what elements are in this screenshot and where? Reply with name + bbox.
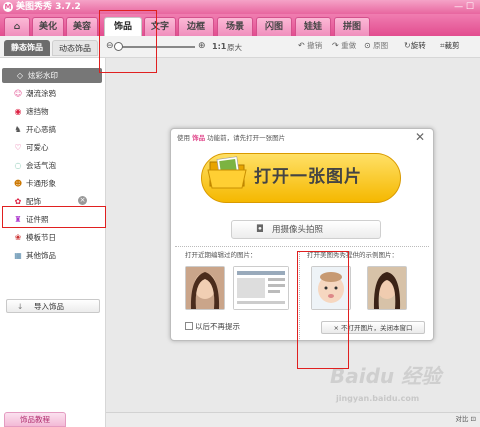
category-panel: ◇ 炫彩水印 ☺ 潮流涂鸦 ◉ 遮挡物 ♞ 开心恶搞 ♡ 可爱心 ◌ 会话气泡 … — [0, 58, 106, 427]
title-bar: M 美图秀秀 3.7.2 — ☐ — [0, 0, 480, 14]
side-tabs: 静态饰品 动态饰品 — [0, 38, 106, 58]
compare-controls[interactable]: 对比 ⊡ — [455, 414, 476, 425]
funny-icon: ♞ — [14, 125, 22, 134]
tab-flash[interactable]: 闪图 — [256, 17, 292, 36]
recent-thumbnail-2[interactable] — [233, 266, 289, 310]
heart-icon: ♡ — [14, 143, 22, 152]
close-without-opening-button[interactable]: × 不打开图片，关闭本窗口 — [321, 321, 425, 334]
tab-frame[interactable]: 边框 — [178, 17, 214, 36]
dialog-header: 使用 饰品 功能前，请先打开一张图片 — [177, 134, 286, 142]
portrait-photo — [186, 267, 224, 309]
sample-thumbnail-baby[interactable] — [311, 266, 351, 310]
woman-photo — [368, 267, 406, 309]
screenshot-photo — [234, 267, 288, 309]
section-divider — [299, 251, 300, 339]
folder-icon — [207, 156, 247, 189]
tab-scene[interactable]: 场景 — [217, 17, 253, 36]
recent-thumbnail-1[interactable] — [185, 266, 225, 310]
category-id-photo[interactable]: ♜ 证件照 — [0, 212, 104, 227]
category-watermark[interactable]: ◇ 炫彩水印 — [2, 68, 102, 83]
zoom-out-icon[interactable]: ⊖ — [106, 41, 114, 51]
other-icon: ▦ — [14, 251, 22, 260]
category-cartoon[interactable]: ☻ 卡通形象 — [0, 176, 104, 191]
tab-text[interactable]: 文字 — [144, 17, 176, 36]
undo-button[interactable]: ↶ 撤销 — [298, 41, 322, 51]
tab-static-accessories[interactable]: 静态饰品 — [4, 40, 50, 56]
import-accessories-button[interactable]: ↓ 导入饰品 — [6, 299, 100, 313]
camera-icon: ◘ — [256, 224, 264, 235]
tab-home[interactable]: ⌂ — [4, 17, 30, 36]
original-image-button[interactable]: ⊙ 原图 — [364, 41, 388, 51]
category-bubbles[interactable]: ◌ 会话气泡 — [0, 158, 104, 173]
baby-photo — [312, 267, 350, 309]
tab-collage[interactable]: 拼图 — [334, 17, 370, 36]
undo-icon: ↶ — [298, 41, 305, 50]
open-image-button[interactable]: 打开一张图片 — [201, 153, 401, 203]
dont-show-checkbox[interactable] — [185, 322, 193, 330]
recent-images-label: 打开近期编辑过的图片： — [185, 251, 257, 259]
status-bar — [106, 412, 480, 427]
app-logo-icon: M — [3, 2, 13, 12]
jewelry-icon: ✿ — [14, 197, 22, 206]
id-photo-icon: ♜ — [14, 215, 22, 224]
zoom-slider-handle[interactable] — [114, 42, 123, 51]
tutorial-button[interactable]: 饰品教程 — [4, 412, 66, 427]
import-icon: ↓ — [17, 302, 24, 311]
divider — [175, 246, 429, 247]
festival-icon: ❀ — [14, 233, 22, 242]
tab-doll[interactable]: 娃娃 — [295, 17, 331, 36]
ratio-button[interactable]: 1:1 — [212, 42, 226, 51]
zoom-in-icon[interactable]: ⊕ — [198, 41, 206, 51]
dont-show-again[interactable]: 以后不再提示 — [185, 322, 240, 332]
camera-button[interactable]: ◘ 用摄像头拍照 — [231, 220, 381, 239]
rotate-button[interactable]: ↻旋转 — [404, 41, 426, 51]
category-festival[interactable]: ❀ 模板节日 — [0, 230, 104, 245]
tab-beauty[interactable]: 美容 — [66, 17, 98, 36]
redo-button[interactable]: ↷ 重做 — [332, 41, 356, 51]
category-cover[interactable]: ◉ 遮挡物 — [0, 104, 104, 119]
category-funny[interactable]: ♞ 开心恶搞 — [0, 122, 104, 137]
main-tab-bar: ⌂ 美化 美容 饰品 文字 边框 场景 闪图 娃娃 拼图 — [0, 14, 480, 36]
sample-thumbnail-woman[interactable] — [367, 266, 407, 310]
app-title: 美图秀秀 3.7.2 — [16, 2, 81, 12]
crop-button[interactable]: ⌗裁剪 — [440, 41, 460, 51]
tab-dynamic-accessories[interactable]: 动态饰品 — [52, 40, 98, 56]
cartoon-icon: ☻ — [13, 179, 23, 188]
redo-icon: ↷ — [332, 41, 339, 50]
rotate-icon: ↻ — [404, 41, 411, 50]
category-hearts[interactable]: ♡ 可爱心 — [0, 140, 104, 155]
bubble-icon: ◌ — [14, 161, 22, 170]
category-other[interactable]: ▦ 其他饰品 — [0, 248, 104, 263]
baidu-watermark: Baidu 经验 jingyan.baidu.com — [330, 364, 442, 403]
original-icon: ⊙ — [364, 41, 371, 50]
original-size-button[interactable]: 原大 — [227, 42, 242, 53]
cover-icon: ◉ — [14, 107, 22, 116]
tab-accessories[interactable]: 饰品 — [104, 17, 142, 36]
category-graffiti[interactable]: ☺ 潮流涂鸦 — [0, 86, 104, 101]
close-icon[interactable]: ✕ — [415, 130, 425, 144]
tab-beautify[interactable]: 美化 — [32, 17, 64, 36]
sample-images-label: 打开美图秀秀提供的示例图片： — [307, 251, 398, 259]
window-controls[interactable]: — ☐ — [454, 1, 474, 13]
category-jewelry[interactable]: ✿ 配饰 × — [0, 194, 104, 209]
graffiti-icon: ☺ — [13, 89, 23, 98]
zoom-slider-track[interactable] — [119, 46, 195, 48]
watermark-icon: ◇ — [16, 71, 24, 80]
open-image-dialog: 使用 饰品 功能前，请先打开一张图片 ✕ 打开一张图片 ◘ 用摄像头拍照 打开近… — [170, 128, 434, 341]
info-icon[interactable]: × — [78, 196, 87, 205]
